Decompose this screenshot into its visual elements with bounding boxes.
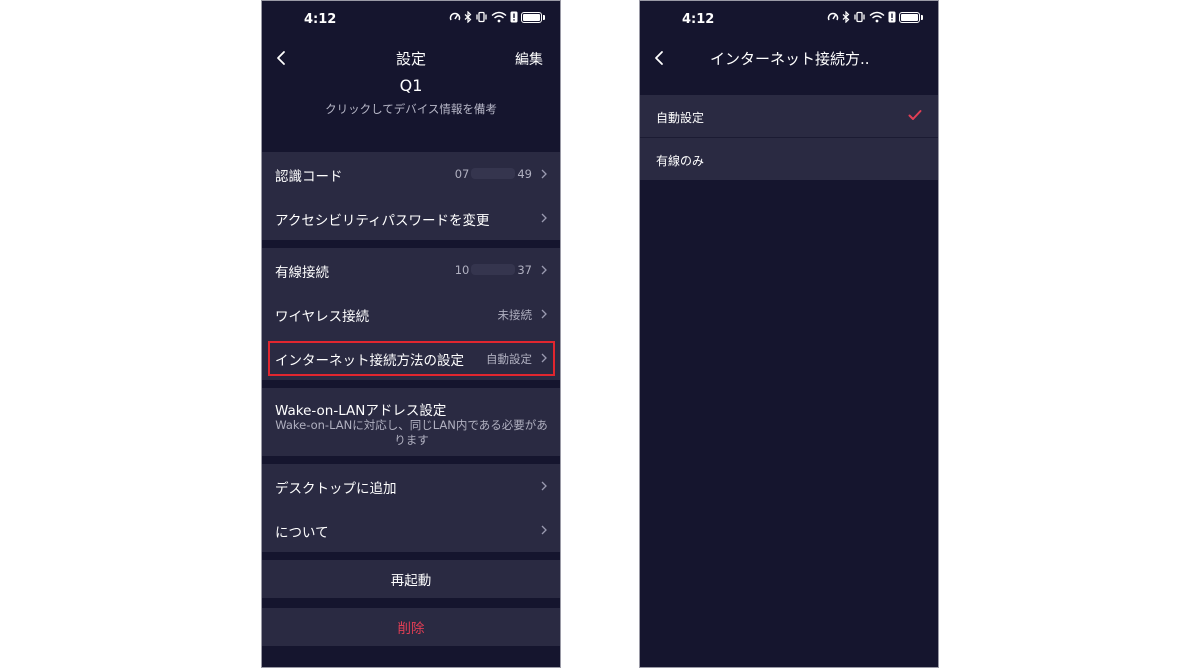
- settings-group-security: 認識コード 07 49 アクセシビリティパスワードを変更: [262, 152, 560, 240]
- chevron-right-icon: [541, 213, 547, 223]
- page-title: インターネット接続方..: [710, 50, 870, 68]
- highlight-frame: [268, 341, 555, 376]
- settings-group-misc: デスクトップに追加 について: [262, 464, 560, 552]
- wifi-icon: [869, 10, 885, 24]
- option-auto[interactable]: 自動設定: [640, 95, 938, 137]
- chevron-right-icon: [541, 265, 547, 275]
- chevron-right-icon: [541, 481, 547, 491]
- row-label: デスクトップに追加: [275, 481, 397, 497]
- row-label: 認識コード: [275, 169, 343, 185]
- alert-icon: [888, 10, 896, 24]
- status-time: 4:12: [682, 12, 715, 27]
- wireless-status-value: 未接続: [497, 308, 533, 322]
- wired-ip-value: 10 37: [454, 263, 532, 277]
- row-recognition-code[interactable]: 認識コード 07 49: [262, 152, 560, 196]
- option-label: 自動設定: [656, 111, 705, 125]
- chevron-left-icon: [655, 51, 663, 65]
- row-label: について: [275, 525, 329, 541]
- row-label: アクセシビリティパスワードを変更: [275, 213, 490, 229]
- battery-icon: [521, 10, 545, 24]
- speed-icon: [449, 10, 461, 24]
- status-icons: [449, 10, 545, 24]
- device-note-link[interactable]: クリックしてデバイス情報を備考: [262, 101, 560, 117]
- bluetooth-icon: [842, 10, 850, 24]
- chevron-right-icon: [541, 525, 547, 535]
- edit-button[interactable]: 編集: [515, 49, 543, 69]
- battery-icon: [899, 10, 923, 24]
- row-label: 有線接続: [275, 265, 329, 281]
- row-wireless-connection[interactable]: ワイヤレス接続 未接続: [262, 292, 560, 336]
- device-name: Q1: [399, 76, 423, 95]
- bluetooth-icon: [464, 10, 472, 24]
- restart-button[interactable]: 再起動: [262, 560, 560, 598]
- row-wired-connection[interactable]: 有線接続 10 37: [262, 248, 560, 292]
- speed-icon: [827, 10, 839, 24]
- chevron-right-icon: [541, 169, 547, 179]
- row-label: ワイヤレス接続: [275, 309, 370, 325]
- chevron-right-icon: [541, 309, 547, 319]
- settings-screen: 4:12 設定 編集 Q1 クリックしてデバイス情報を備考 認識コード 07 4…: [261, 0, 561, 668]
- status-icons: [827, 10, 923, 24]
- delete-button[interactable]: 削除: [262, 608, 560, 646]
- row-change-password[interactable]: アクセシビリティパスワードを変更: [262, 196, 560, 240]
- wol-description: Wake-on-LANに対応し、同じLAN内である必要があります: [275, 418, 548, 447]
- recognition-code-value: 07 49: [454, 167, 532, 181]
- connection-method-screen: 4:12 インターネット接続方.. 自動設定 有線のみ: [639, 0, 939, 668]
- status-bar: 4:12: [640, 1, 938, 41]
- status-bar: 4:12: [262, 1, 560, 41]
- back-button[interactable]: [654, 48, 676, 68]
- vibrate-icon: [853, 10, 866, 24]
- status-time: 4:12: [304, 12, 337, 27]
- wol-title: Wake-on-LANアドレス設定: [275, 403, 447, 419]
- row-add-to-desktop[interactable]: デスクトップに追加: [262, 464, 560, 508]
- wifi-icon: [491, 10, 507, 24]
- row-about[interactable]: について: [262, 508, 560, 552]
- option-wired-only[interactable]: 有線のみ: [640, 138, 938, 180]
- checkmark-icon: [908, 110, 922, 120]
- row-wake-on-lan[interactable]: Wake-on-LANアドレス設定 Wake-on-LANに対応し、同じLAN内…: [262, 388, 560, 456]
- alert-icon: [510, 10, 518, 24]
- option-label: 有線のみ: [656, 154, 705, 168]
- vibrate-icon: [475, 10, 488, 24]
